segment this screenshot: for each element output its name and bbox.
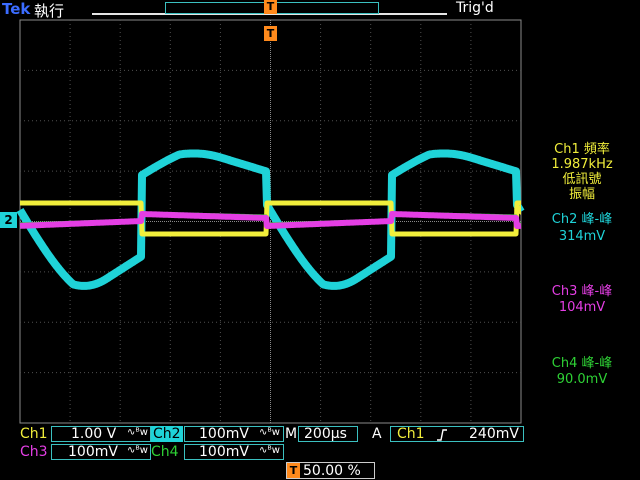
rising-edge-icon xyxy=(437,429,447,441)
trigger-level-arrow-icon xyxy=(514,205,521,215)
ch2-bandwidth-icon: ∿ᴮw xyxy=(259,427,280,438)
ch4-bandwidth-icon: ∿ᴮw xyxy=(259,445,280,456)
timebase-scale-box[interactable]: 200µs xyxy=(298,426,358,442)
horizontal-position: 50.00 % xyxy=(303,463,361,479)
ch2-measure-label: Ch2 峰-峰 xyxy=(551,212,613,227)
ch1-scale-box[interactable]: 1.00 V ∿ᴮw xyxy=(51,426,151,442)
ch1-measure-note-1: 低訊號 xyxy=(562,172,602,187)
trigger-position-marker: T xyxy=(264,0,277,14)
ch1-measure-value: 1.987kHz xyxy=(551,157,613,172)
ch4-name: Ch4 xyxy=(151,444,179,460)
ch4-scale-box[interactable]: 100mV ∿ᴮw xyxy=(184,444,284,460)
trigger-position-icon: T xyxy=(287,463,300,478)
trigger-level: 240mV xyxy=(469,426,519,442)
brand-logo: Tek xyxy=(2,0,31,18)
acquisition-mode: 執行 xyxy=(34,2,65,20)
ch2-ground-marker: 2 xyxy=(0,212,17,228)
ch1-measure-label: Ch1 頻率 xyxy=(554,142,610,157)
ch3-measure-label: Ch3 峰-峰 xyxy=(551,284,613,299)
ch3-name: Ch3 xyxy=(20,444,48,460)
ch4-scale: 100mV xyxy=(199,444,249,460)
trigger-type: A xyxy=(372,426,382,442)
ch4-measure-value: 90.0mV xyxy=(556,372,608,387)
ch1-bandwidth-icon: ∿ᴮw xyxy=(127,427,148,438)
ch1-name: Ch1 xyxy=(20,426,48,442)
trigger-source: Ch1 xyxy=(397,426,425,442)
trigger-point-marker: T xyxy=(264,26,277,41)
trigger-settings-box[interactable]: Ch1 240mV xyxy=(390,426,524,442)
ch2-scale-box[interactable]: 100mV ∿ᴮw xyxy=(184,426,284,442)
trigger-status: Trig'd xyxy=(456,0,494,16)
ch3-scale: 100mV xyxy=(68,444,118,460)
ch4-measure-label: Ch4 峰-峰 xyxy=(551,356,613,371)
timebase-scale: 200µs xyxy=(304,426,347,442)
ch3-bandwidth-icon: ∿ᴮw xyxy=(127,445,148,456)
ch3-measure-value: 104mV xyxy=(558,300,606,315)
ch2-measure-value: 314mV xyxy=(558,229,606,244)
ch2-scale: 100mV xyxy=(199,426,249,442)
ch1-measure-note-2: 振幅 xyxy=(568,187,595,202)
ch2-name: Ch2 xyxy=(151,426,183,442)
ch1-scale: 1.00 V xyxy=(71,426,117,442)
ch3-scale-box[interactable]: 100mV ∿ᴮw xyxy=(51,444,151,460)
timebase-mode: M xyxy=(285,426,298,442)
